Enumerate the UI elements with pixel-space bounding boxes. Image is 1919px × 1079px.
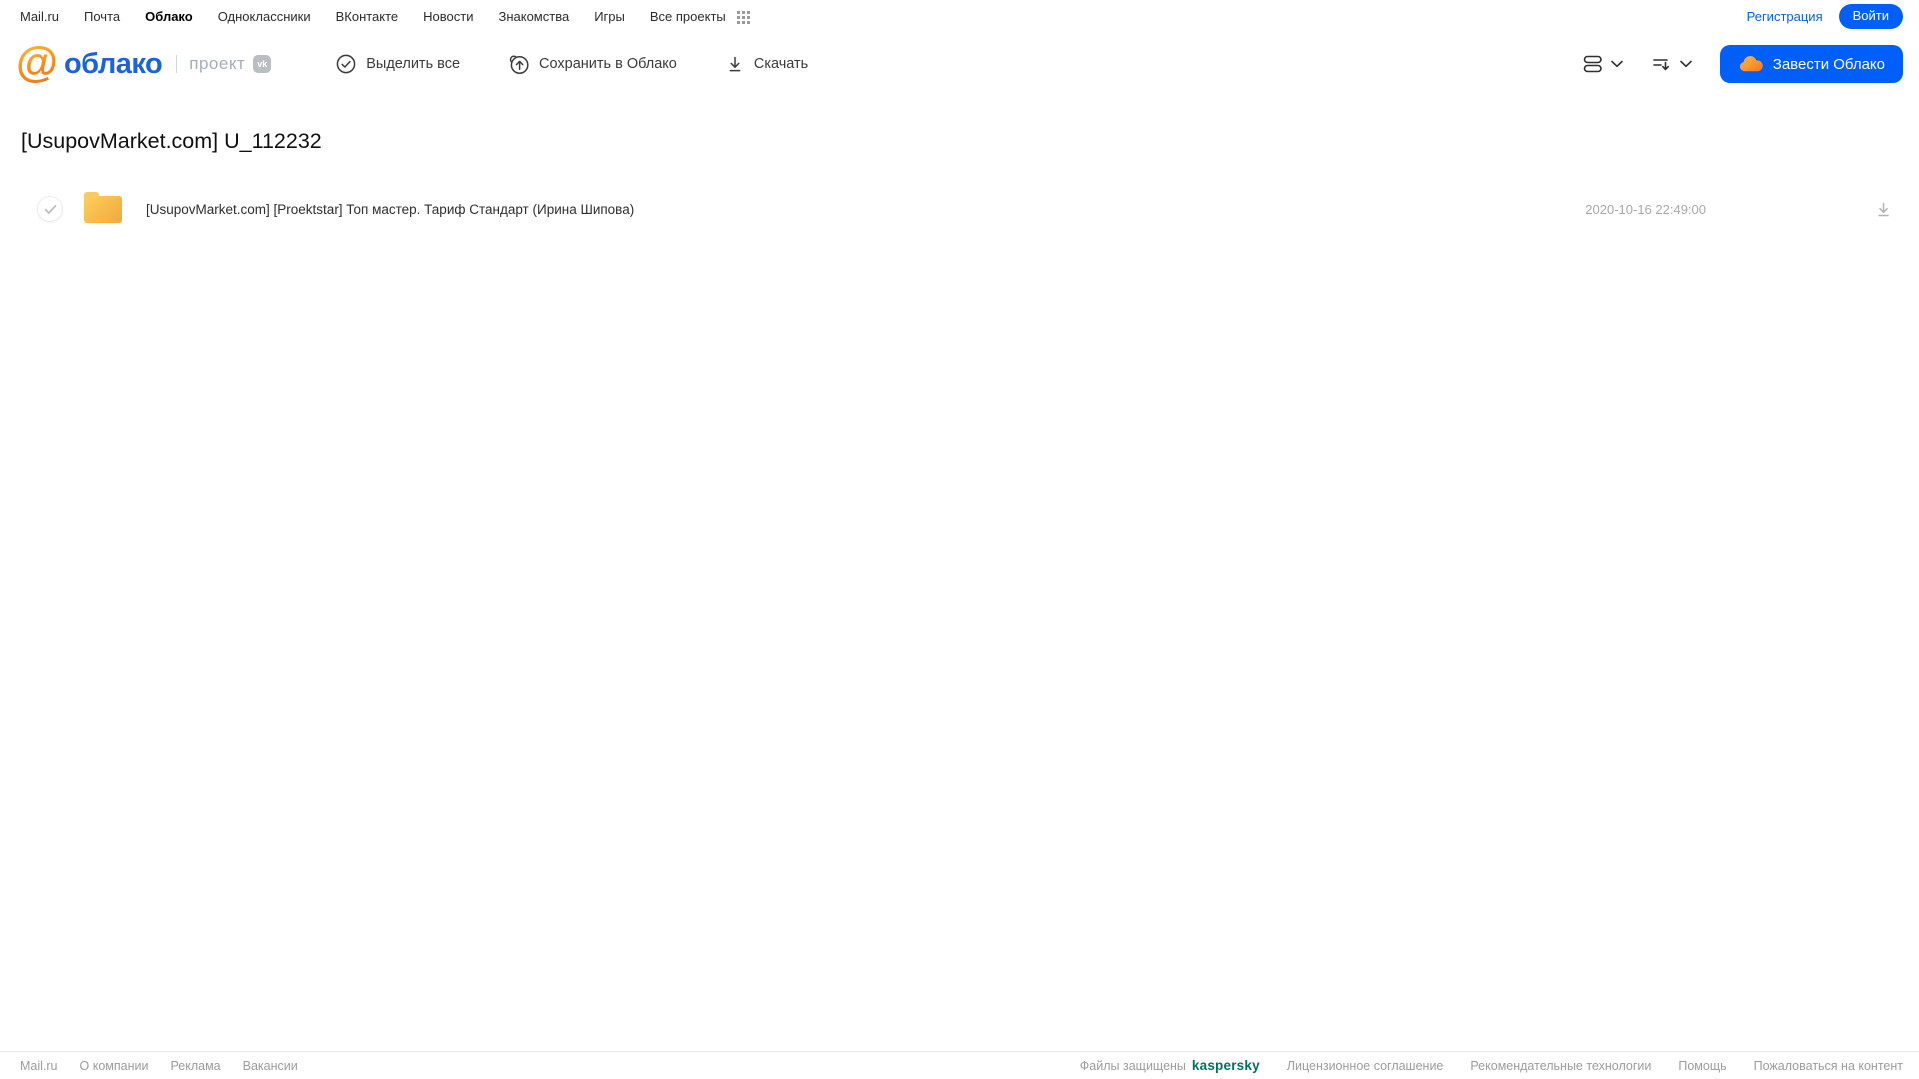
sort-icon <box>1651 54 1672 74</box>
footer-link-help[interactable]: Помощь <box>1678 1059 1726 1073</box>
get-cloud-button[interactable]: Завести Облако <box>1719 45 1903 83</box>
download-icon <box>1878 202 1889 216</box>
login-button[interactable]: Войти <box>1838 4 1903 29</box>
cloud-icon <box>1738 55 1763 73</box>
chevron-down-icon <box>1610 60 1623 68</box>
vk-badge-icon: vk <box>253 55 272 73</box>
check-circle-icon <box>335 53 357 75</box>
topnav-mailru[interactable]: Mail.ru <box>20 9 59 24</box>
checkmark-icon <box>44 204 56 214</box>
file-toolbar: Выделить все Сохранить в Облако Скачать <box>335 53 808 75</box>
topnav-vkontakte[interactable]: ВКонтакте <box>336 9 399 24</box>
project-label: проект <box>189 54 246 73</box>
footer-link-about[interactable]: О компании <box>80 1059 149 1073</box>
content-area: [UsupovMarket.com] U_112232 [UsupovMarke… <box>0 129 1919 233</box>
cloud-header: @ облако проект vk Выделить все Сохранит… <box>0 33 1919 95</box>
topnav-odnoklassniki[interactable]: Одноклассники <box>218 9 311 24</box>
logo-divider <box>176 55 178 73</box>
mailru-at-icon: @ <box>16 37 58 86</box>
footer-link-mailru[interactable]: Mail.ru <box>20 1059 58 1073</box>
footer-link-recommend-tech[interactable]: Рекомендательные технологии <box>1470 1059 1651 1073</box>
kaspersky-logo[interactable]: kaspersky <box>1192 1058 1260 1073</box>
topnav-auth-area: Регистрация Войти <box>1747 4 1903 29</box>
download-button[interactable]: Скачать <box>725 53 808 75</box>
footer: Mail.ru О компании Реклама Вакансии Файл… <box>0 1051 1919 1079</box>
cloud-upload-icon <box>508 53 530 75</box>
select-all-button[interactable]: Выделить все <box>335 53 460 75</box>
sort-button[interactable] <box>1651 54 1692 74</box>
footer-link-license[interactable]: Лицензионное соглашение <box>1287 1059 1444 1073</box>
save-to-cloud-label: Сохранить в Облако <box>539 56 677 72</box>
page-title: [UsupovMarket.com] U_112232 <box>21 129 322 153</box>
topnav-mail[interactable]: Почта <box>84 9 120 24</box>
footer-link-ads[interactable]: Реклама <box>170 1059 220 1073</box>
kaspersky-protected: Файлы защищены kaspersky <box>1080 1058 1260 1073</box>
footer-link-report-content[interactable]: Пожаловаться на контент <box>1754 1059 1903 1073</box>
topnav-games[interactable]: Игры <box>594 9 625 24</box>
topnav-cloud[interactable]: Облако <box>145 9 193 24</box>
list-view-icon <box>1583 54 1603 74</box>
footer-left-links: Mail.ru О компании Реклама Вакансии <box>20 1059 298 1073</box>
topnav-all-projects[interactable]: Все проекты <box>650 9 726 24</box>
footer-link-jobs[interactable]: Вакансии <box>243 1059 298 1073</box>
cloud-logo[interactable]: @ облако <box>16 37 163 86</box>
apps-grid-icon[interactable] <box>736 11 750 24</box>
row-download-button[interactable] <box>1874 200 1893 219</box>
download-label: Скачать <box>753 56 809 72</box>
file-date: 2020-10-16 22:49:00 <box>1585 201 1706 217</box>
get-cloud-label: Завести Облако <box>1772 55 1885 73</box>
protected-label: Файлы защищены <box>1079 1058 1186 1073</box>
chevron-down-icon <box>1679 60 1692 68</box>
folder-icon <box>84 191 122 223</box>
download-icon <box>725 53 745 75</box>
topnav-dating[interactable]: Знакомства <box>498 9 569 24</box>
row-checkbox[interactable] <box>37 196 63 222</box>
save-to-cloud-button[interactable]: Сохранить в Облако <box>508 53 677 75</box>
logo-text: облако <box>63 47 163 80</box>
file-name-link[interactable]: [UsupovMarket.com] [Proektstar] Топ маст… <box>146 202 634 217</box>
select-all-label: Выделить все <box>366 56 461 72</box>
header-right-controls: Завести Облако <box>1583 45 1903 83</box>
view-mode-button[interactable] <box>1583 54 1623 74</box>
footer-right-links: Файлы защищены kaspersky Лицензионное со… <box>1080 1058 1903 1073</box>
file-row[interactable]: [UsupovMarket.com] [Proektstar] Топ маст… <box>0 185 1919 233</box>
top-portal-nav: Mail.ru Почта Облако Одноклассники ВКонт… <box>0 0 1919 33</box>
topnav-news[interactable]: Новости <box>423 9 473 24</box>
register-link[interactable]: Регистрация <box>1747 9 1823 24</box>
